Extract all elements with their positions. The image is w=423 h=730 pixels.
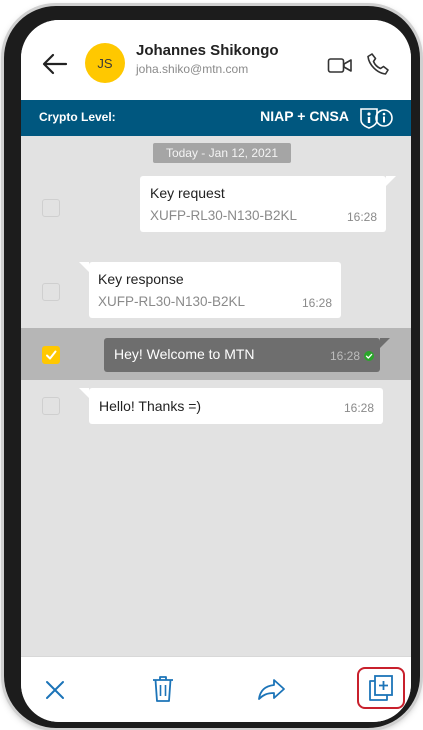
message-key-code: XUFP-RL30-N130-B2KL [150, 208, 298, 223]
bubble-tail [79, 388, 89, 398]
contact-email: joha.shiko@mtn.com [136, 62, 249, 76]
message-select-checkbox[interactable] [42, 199, 60, 217]
bubble-tail [79, 262, 89, 272]
phone-frame: JS Johannes Shikongo joha.shiko@mtn.com … [4, 6, 420, 728]
voice-call-icon[interactable] [365, 51, 391, 77]
message-title: Key response [98, 271, 184, 287]
message-time: 16:28 [346, 210, 377, 224]
message-bubble-incoming[interactable]: Key response XUFP-RL30-N130-B2KL 16:28 [89, 262, 341, 318]
message-row[interactable]: Key request XUFP-RL30-N130-B2KL 16:28 [21, 172, 411, 240]
back-arrow-icon[interactable] [41, 52, 69, 76]
contact-name: Johannes Shikongo [136, 42, 279, 59]
message-time: 16:28 [329, 349, 360, 363]
message-time: 16:28 [301, 296, 332, 310]
video-call-icon[interactable] [327, 56, 353, 76]
security-info-icon[interactable] [358, 107, 396, 129]
avatar[interactable]: JS [85, 43, 125, 83]
forward-icon[interactable] [257, 677, 287, 701]
message-list: Today - Jan 12, 2021 Key request XUFP-RL… [21, 136, 411, 656]
bubble-tail [380, 338, 390, 348]
message-select-checkbox[interactable] [42, 283, 60, 301]
message-select-checkbox[interactable] [42, 346, 60, 364]
message-key-code: XUFP-RL30-N130-B2KL [98, 294, 246, 309]
message-time: 16:28 [343, 401, 374, 415]
message-bubble-outgoing[interactable]: Hey! Welcome to MTN 16:28 [104, 338, 380, 372]
crypto-level-value: NIAP + CNSA [260, 108, 349, 124]
message-row[interactable]: Hello! Thanks =) 16:28 [21, 382, 411, 430]
close-icon[interactable] [43, 678, 67, 702]
crypto-level-label: Crypto Level: [39, 110, 116, 124]
message-row[interactable]: Key response XUFP-RL30-N130-B2KL 16:28 [21, 258, 411, 326]
chat-screen: JS Johannes Shikongo joha.shiko@mtn.com … [21, 20, 411, 722]
message-bubble-incoming[interactable]: Hello! Thanks =) 16:28 [89, 388, 383, 424]
message-select-checkbox[interactable] [42, 397, 60, 415]
checkmark-icon [46, 350, 57, 360]
delivered-check-icon [364, 351, 374, 361]
bubble-tail [386, 176, 396, 186]
selection-action-bar [21, 656, 411, 722]
chat-header: JS Johannes Shikongo joha.shiko@mtn.com [21, 20, 411, 100]
trash-icon[interactable] [151, 675, 175, 703]
message-bubble-outgoing[interactable]: Key request XUFP-RL30-N130-B2KL 16:28 [140, 176, 386, 232]
date-separator: Today - Jan 12, 2021 [153, 143, 291, 163]
message-title: Hey! Welcome to MTN [114, 346, 255, 362]
message-title: Hello! Thanks =) [99, 398, 202, 414]
copy-icon[interactable] [368, 674, 394, 702]
message-title: Key request [150, 185, 225, 201]
message-row-selected[interactable]: Hey! Welcome to MTN 16:28 [21, 328, 411, 380]
crypto-level-bar: Crypto Level: NIAP + CNSA [21, 100, 411, 136]
